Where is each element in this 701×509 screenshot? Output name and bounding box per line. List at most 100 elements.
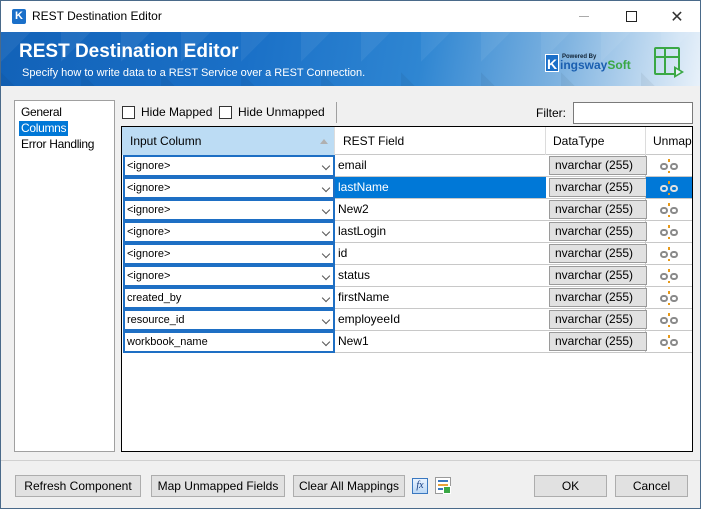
table-row[interactable]: <ignore> New2 nvarchar (255) [122,199,692,221]
clear-all-mappings-button[interactable]: Clear All Mappings [293,475,405,497]
maximize-icon [625,11,637,22]
unlink-icon[interactable] [659,224,679,239]
rest-field-cell[interactable]: employeeId [335,309,546,331]
unlink-icon[interactable] [659,246,679,261]
data-type-cell: nvarchar (255) [546,331,647,353]
table-row[interactable]: <ignore> id nvarchar (255) [122,243,692,265]
maximize-button[interactable] [608,1,654,32]
data-type-button[interactable]: nvarchar (255) [549,244,647,263]
rest-field-cell[interactable]: New1 [335,331,546,353]
window-title: REST Destination Editor [32,9,162,23]
input-column-dropdown[interactable]: <ignore> [123,155,335,177]
data-type-button[interactable]: nvarchar (255) [549,200,647,219]
hide-mapped-checkbox[interactable]: Hide Mapped [122,105,212,119]
chevron-down-icon[interactable] [321,205,331,215]
chevron-down-icon[interactable] [321,161,331,171]
header-input-column[interactable]: Input Column [122,127,335,155]
expression-fx-icon[interactable]: fx [412,478,428,494]
rest-field-cell[interactable]: status [335,265,546,287]
chevron-down-icon[interactable] [321,293,331,303]
unlink-icon[interactable] [659,202,679,217]
chevron-down-icon[interactable] [321,183,331,193]
data-type-button[interactable]: nvarchar (255) [549,266,647,285]
unlink-icon[interactable] [659,290,679,305]
input-column-dropdown[interactable]: <ignore> [123,243,335,265]
nav-item-general[interactable]: General [19,105,64,120]
table-row[interactable]: <ignore> lastLogin nvarchar (255) [122,221,692,243]
input-column-value: <ignore> [127,160,171,172]
header-data-type[interactable]: DataType [546,127,646,155]
hide-mapped-box[interactable] [122,105,135,119]
rest-field-cell[interactable]: id [335,243,546,265]
hide-mapped-label: Hide Mapped [141,105,213,119]
input-column-dropdown[interactable]: <ignore> [123,221,335,243]
unmap-cell [646,309,692,331]
header-rest-field[interactable]: REST Field [335,127,546,155]
unlink-icon[interactable] [659,158,679,173]
input-column-dropdown[interactable]: <ignore> [123,199,335,221]
rest-field-cell[interactable]: lastLogin [335,221,546,243]
data-type-cell: nvarchar (255) [546,287,647,309]
filter-input[interactable] [573,102,693,124]
table-row[interactable]: created_by firstName nvarchar (255) [122,287,692,309]
close-button[interactable]: ✕ [654,1,700,32]
unlink-icon[interactable] [659,268,679,283]
input-column-dropdown[interactable]: created_by [123,287,335,309]
map-unmapped-fields-button[interactable]: Map Unmapped Fields [151,475,285,497]
rest-field-cell[interactable]: firstName [335,287,546,309]
logo-soft: Soft [607,58,631,72]
table-row[interactable]: <ignore> status nvarchar (255) [122,265,692,287]
banner-title: REST Destination Editor [19,41,239,62]
header-data-type-label: DataType [553,134,605,148]
rest-field-cell[interactable]: email [335,155,546,177]
rest-field-cell[interactable]: lastName [335,177,546,199]
data-type-button[interactable]: nvarchar (255) [549,332,647,351]
table-row[interactable]: <ignore> email nvarchar (255) [122,155,692,177]
table-row[interactable]: resource_id employeeId nvarchar (255) [122,309,692,331]
data-type-cell: nvarchar (255) [546,265,647,287]
header-rest-field-label: REST Field [343,134,405,148]
unlink-icon[interactable] [659,334,679,349]
data-type-cell: nvarchar (255) [546,199,647,221]
app-icon: K [12,9,26,24]
rest-field-cell[interactable]: New2 [335,199,546,221]
footer-divider [1,460,700,461]
input-column-dropdown[interactable]: <ignore> [123,177,335,199]
data-type-button[interactable]: nvarchar (255) [549,222,647,241]
refresh-component-button[interactable]: Refresh Component [15,475,141,497]
data-type-cell: nvarchar (255) [546,243,647,265]
table-row[interactable]: workbook_name New1 nvarchar (255) [122,331,692,353]
header-unmap[interactable]: Unmap [646,127,692,155]
input-column-dropdown[interactable]: workbook_name [123,331,335,353]
header-banner: REST Destination Editor Specify how to w… [1,32,700,86]
header-input-column-label: Input Column [130,134,202,148]
data-type-cell: nvarchar (255) [546,155,647,177]
chevron-down-icon[interactable] [321,271,331,281]
ok-button[interactable]: OK [534,475,607,497]
input-column-value: created_by [127,292,182,304]
chevron-down-icon[interactable] [321,249,331,259]
table-row[interactable]: <ignore> lastName nvarchar (255) [122,177,692,199]
chevron-down-icon[interactable] [321,337,331,347]
minimize-button[interactable] [561,1,607,32]
minimize-icon [579,16,589,17]
unlink-icon[interactable] [659,312,679,327]
input-column-dropdown[interactable]: <ignore> [123,265,335,287]
hide-unmapped-checkbox[interactable]: Hide Unmapped [219,105,325,119]
unlink-icon[interactable] [659,180,679,195]
input-column-dropdown[interactable]: resource_id [123,309,335,331]
export-mappings-icon[interactable] [435,477,451,494]
data-type-button[interactable]: nvarchar (255) [549,156,647,175]
hide-unmapped-box[interactable] [219,105,232,119]
data-type-button[interactable]: nvarchar (255) [549,288,647,307]
nav-item-error-handling[interactable]: Error Handling [19,137,96,152]
cancel-button[interactable]: Cancel [615,475,688,497]
input-column-value: resource_id [127,314,185,326]
chevron-down-icon[interactable] [321,315,331,325]
nav-item-columns[interactable]: Columns [19,121,69,136]
unmap-cell [646,287,692,309]
dialog-window: K REST Destination Editor ✕ REST Destina… [0,0,701,509]
data-type-button[interactable]: nvarchar (255) [549,310,647,329]
chevron-down-icon[interactable] [321,227,331,237]
data-type-button[interactable]: nvarchar (255) [549,178,647,197]
